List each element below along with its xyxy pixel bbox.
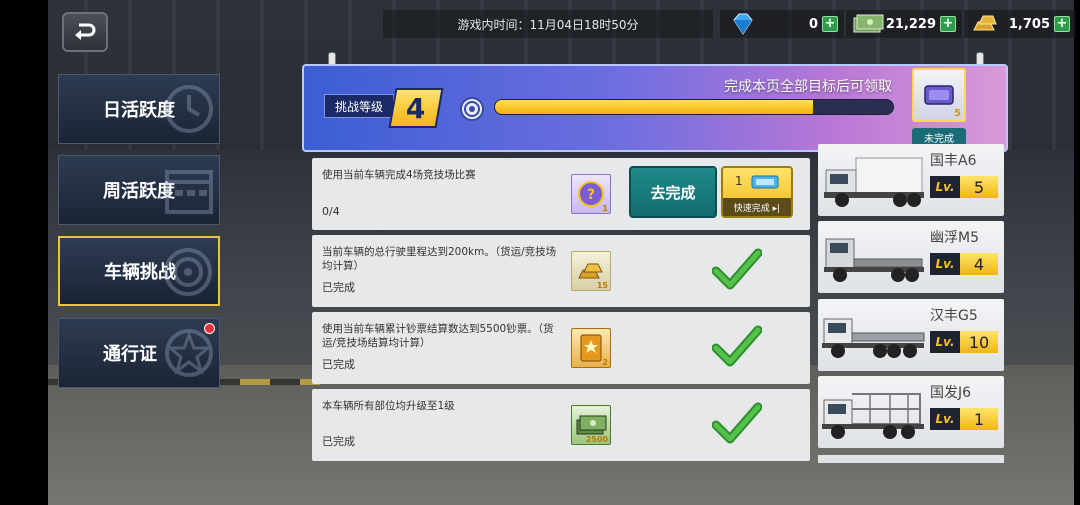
vehicle-name: 国丰A6	[930, 153, 977, 169]
vehicle-item-partial[interactable]	[818, 455, 1004, 463]
challenge-progress-bar	[494, 99, 894, 115]
svg-text:?: ?	[587, 187, 595, 203]
task-reward-count: 2	[602, 358, 608, 367]
task-reward-count: 15	[596, 281, 608, 290]
star-card-icon	[580, 334, 602, 362]
task-description: 使用当前车辆累计钞票结算数达到5500钞票。（货运/竞技场结算均计算）	[322, 323, 554, 349]
challenge-level-number: 4	[388, 88, 444, 128]
diamond-value: 0	[808, 16, 818, 32]
diamond-currency: 0 +	[720, 10, 844, 38]
right-letterbox	[1074, 0, 1080, 505]
challenge-progress-fill	[495, 100, 814, 114]
completed-check-icon	[712, 325, 762, 367]
task-card: 使用当前车辆完成4场竞技场比赛 0/4 ? 1 去完成 1 快速完成 ▸|	[312, 158, 810, 230]
tab-pass[interactable]: 通行证	[58, 318, 220, 388]
add-gold-button[interactable]: +	[1054, 16, 1070, 32]
game-time: 游戏内时间：11月04日18时50分	[383, 10, 713, 38]
gold-currency: 1,705 +	[964, 10, 1076, 38]
long-flatbed-truck-icon	[822, 318, 925, 358]
quick-complete-button[interactable]: 1 快速完成 ▸|	[721, 166, 793, 218]
vehicle-item[interactable]: 汉丰G5 Lv. 10	[818, 299, 1004, 371]
daily-clock-icon	[165, 85, 213, 133]
notification-dot	[204, 323, 215, 334]
task-description: 当前车辆的总行驶里程达到200km。（货运/竞技场均计算）	[322, 246, 557, 272]
reward-hint: 完成本页全部目标后可领取	[724, 79, 892, 95]
vehicle-item[interactable]: 幽浮M5 Lv. 4	[818, 221, 1004, 293]
task-description: 本车辆所有部位均升级至1级	[322, 400, 455, 412]
go-complete-button[interactable]: 去完成	[629, 166, 717, 218]
vehicle-level: 1	[960, 408, 998, 430]
quick-complete-count: 1	[735, 174, 743, 188]
reward-chest-button[interactable]: 5	[912, 68, 966, 122]
vehicle-lv-label: Lv.	[930, 253, 960, 275]
reward-ticket-icon	[924, 85, 954, 105]
tab-label: 通行证	[103, 344, 157, 365]
completed-check-icon	[712, 402, 762, 444]
vehicle-lv-label: Lv.	[930, 331, 960, 353]
vehicle-name: 汉丰G5	[930, 308, 978, 324]
box-truck-icon	[824, 157, 924, 207]
target-icon	[460, 97, 484, 121]
tab-weekly-activity[interactable]: 周活跃度	[58, 155, 220, 225]
task-card: 本车辆所有部位均升级至1级 已完成 2500	[312, 389, 810, 461]
task-status: 已完成	[322, 281, 355, 294]
quick-complete-label: 快速完成 ▸|	[723, 198, 791, 216]
reward-count: 5	[954, 108, 961, 119]
cash-currency: 21,229 +	[846, 10, 962, 38]
gold-value: 1,705	[1008, 16, 1050, 32]
task-reward-count: 2500	[585, 435, 608, 444]
flatbed-truck-icon	[824, 238, 924, 282]
task-reward-item: 2	[571, 328, 611, 368]
left-letterbox	[0, 0, 48, 505]
vehicle-lv-label: Lv.	[930, 408, 960, 430]
task-reward-item: 2500	[571, 405, 611, 445]
add-cash-button[interactable]: +	[940, 16, 956, 32]
tab-daily-activity[interactable]: 日活跃度	[58, 74, 220, 144]
vehicle-level: 10	[960, 331, 998, 353]
back-button[interactable]	[62, 12, 108, 52]
task-description: 使用当前车辆完成4场竞技场比赛	[322, 169, 476, 181]
task-card: 当前车辆的总行驶里程达到200km。（货运/竞技场均计算） 已完成 15	[312, 235, 810, 307]
gold-bar-icon	[973, 15, 997, 31]
target-icon	[164, 248, 212, 296]
vehicle-item[interactable]: 国发J6 Lv. 1	[818, 376, 1004, 448]
vehicle-name: 国发J6	[930, 385, 972, 401]
task-reward-count: 1	[602, 204, 608, 213]
challenge-level-label: 挑战等级	[324, 94, 394, 118]
task-status: 已完成	[322, 358, 355, 371]
vehicle-level: 5	[960, 176, 998, 198]
ticket-icon	[751, 175, 779, 189]
task-card: 使用当前车辆累计钞票结算数达到5500钞票。（货运/竞技场结算均计算） 已完成 …	[312, 312, 810, 384]
tab-vehicle-challenge[interactable]: 车辆挑战	[58, 236, 220, 306]
back-arrow-icon	[75, 23, 96, 40]
task-reward-item: ? 1	[571, 174, 611, 214]
cash-icon	[853, 14, 884, 33]
vehicle-name: 幽浮M5	[930, 230, 979, 246]
challenge-level-value: 4	[406, 91, 426, 125]
car-carrier-truck-icon	[822, 393, 924, 439]
task-status: 已完成	[322, 435, 355, 448]
star-badge-icon	[165, 329, 213, 377]
weekly-calendar-icon	[165, 170, 213, 214]
completed-check-icon	[712, 248, 762, 290]
cash-value: 21,229	[885, 16, 936, 32]
mystery-box-icon: ?	[578, 181, 604, 207]
vehicle-lv-label: Lv.	[930, 176, 960, 198]
vehicle-item[interactable]: 国丰A6 Lv. 5	[818, 144, 1004, 216]
diamond-icon	[733, 13, 753, 35]
add-diamond-button[interactable]: +	[822, 16, 838, 32]
challenge-banner: 挑战等级 4 完成本页全部目标后可领取 5 未完成	[302, 64, 1008, 152]
vehicle-level: 4	[960, 253, 998, 275]
task-progress: 0/4	[322, 205, 340, 218]
task-reward-item: 15	[571, 251, 611, 291]
